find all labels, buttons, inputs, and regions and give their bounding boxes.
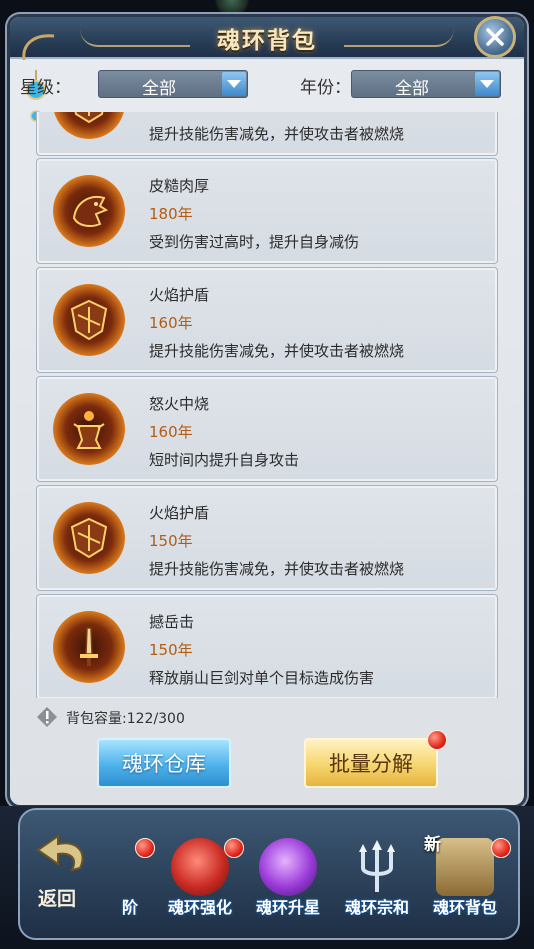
item-description: 释放崩山巨剑对单个目标造成伤害 — [149, 669, 375, 687]
tab-label: 魂环背包 — [432, 898, 497, 917]
item-description: 短时间内提升自身攻击 — [149, 451, 300, 469]
close-button[interactable] — [474, 16, 516, 58]
back-arrow-icon — [36, 834, 84, 872]
treasure-chest-icon — [436, 838, 494, 896]
top-ornament — [215, 0, 249, 18]
filter-row: 星级： 全部 年份： 全部 — [20, 70, 514, 100]
list-item[interactable]: 撼岳击 150年 释放崩山巨剑对单个目标造成伤害 — [36, 594, 498, 698]
notification-badge — [427, 730, 447, 750]
warning-icon — [37, 707, 57, 727]
item-year: 150年 — [149, 641, 193, 659]
item-year: 150年 — [149, 532, 193, 550]
year-filter-select[interactable]: 全部 — [351, 70, 501, 99]
tab-label: 阶 — [121, 898, 138, 917]
item-description: 提升技能伤害减免，并使攻击者被燃烧 — [149, 560, 405, 578]
item-name: 怒火中烧 — [149, 395, 210, 413]
item-name: 火焰护盾 — [149, 286, 210, 304]
red-gem-ring-icon — [171, 838, 229, 896]
item-year: 160年 — [149, 423, 193, 441]
close-icon — [486, 28, 504, 46]
list-item[interactable]: 提升技能伤害减免，并使攻击者被燃烧 — [36, 112, 498, 156]
chevron-down-icon — [222, 72, 246, 96]
item-description: 提升技能伤害减免，并使攻击者被燃烧 — [149, 342, 405, 360]
back-label: 返回 — [38, 888, 77, 910]
trident-icon — [359, 840, 395, 892]
chevron-down-icon — [475, 72, 499, 96]
star-filter-select[interactable]: 全部 — [98, 70, 248, 99]
tab-label: 魂环升星 — [255, 898, 320, 917]
item-year: 180年 — [149, 205, 193, 223]
notification-badge — [135, 838, 155, 858]
new-tag: 新 — [424, 835, 441, 855]
beast-armor-icon — [53, 175, 125, 247]
item-name: 皮糙肉厚 — [149, 177, 210, 195]
rage-figure-icon — [53, 393, 125, 465]
star-filter-label: 星级： — [20, 78, 71, 98]
tab-soul-ring-fusion[interactable]: 魂环宗和 — [332, 832, 422, 924]
star-filter-value: 全部 — [142, 79, 176, 99]
back-button[interactable]: 返回 — [32, 832, 102, 912]
batch-decompose-button[interactable]: 批量分解 — [304, 738, 438, 788]
bag-capacity-text: 背包容量:122/300 — [66, 711, 185, 727]
tab-label: 魂环宗和 — [344, 898, 409, 917]
flame-shield-icon — [53, 502, 125, 574]
year-filter-value: 全部 — [395, 79, 429, 99]
notification-badge — [491, 838, 511, 858]
soul-ring-warehouse-button[interactable]: 魂环仓库 — [97, 738, 231, 788]
flame-shield-icon — [53, 284, 125, 356]
list-item[interactable]: 怒火中烧 160年 短时间内提升自身攻击 — [36, 376, 498, 482]
item-description: 受到伤害过高时，提升自身减伤 — [149, 233, 360, 251]
year-filter-label: 年份： — [300, 78, 351, 98]
tab-soul-ring-star-up[interactable]: 魂环升星 — [243, 832, 333, 924]
item-description: 提升技能伤害减免，并使攻击者被燃烧 — [149, 125, 405, 143]
flame-shield-icon — [53, 112, 125, 139]
list-item[interactable]: 火焰护盾 160年 提升技能伤害减免，并使攻击者被燃烧 — [36, 267, 498, 373]
soul-ring-list[interactable]: 提升技能伤害减免，并使攻击者被燃烧 皮糙肉厚 180年 受到伤害过高时，提升自身… — [36, 112, 498, 698]
list-item[interactable]: 火焰护盾 150年 提升技能伤害减免，并使攻击者被燃烧 — [36, 485, 498, 591]
tab-label: 魂环强化 — [167, 898, 232, 917]
notification-badge — [224, 838, 244, 858]
window-title: 魂环背包 — [217, 27, 317, 54]
title-bar: 魂环背包 — [10, 17, 524, 59]
list-item[interactable]: 皮糙肉厚 180年 受到伤害过高时，提升自身减伤 — [36, 158, 498, 264]
item-name: 撼岳击 — [149, 613, 195, 631]
great-sword-icon — [53, 611, 125, 683]
item-name: 火焰护盾 — [149, 504, 210, 522]
item-year: 160年 — [149, 314, 193, 332]
purple-gem-ring-icon — [259, 838, 317, 896]
